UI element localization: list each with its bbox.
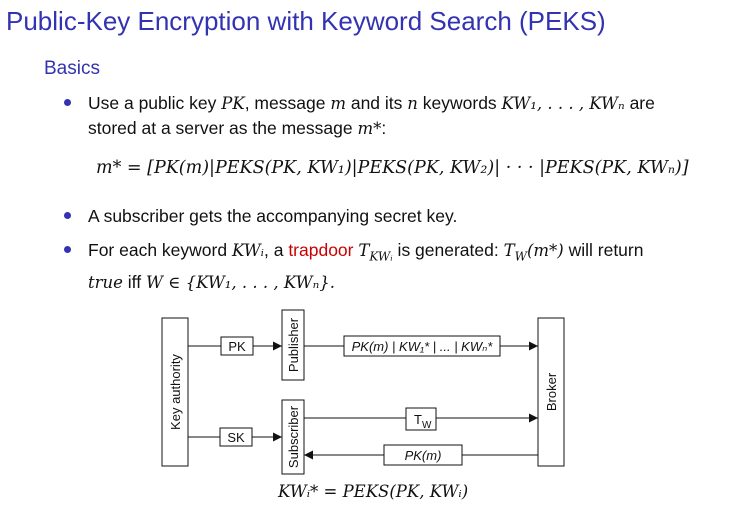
publisher-label: Publisher bbox=[286, 317, 301, 372]
pk-label: PK bbox=[228, 339, 246, 354]
result-label: PK(m) bbox=[405, 448, 442, 463]
peks-diagram: Key authority Publisher Subscriber Broke… bbox=[161, 309, 565, 475]
broker-label: Broker bbox=[544, 372, 559, 411]
tw-t: T bbox=[414, 412, 422, 427]
subscriber-label: Subscriber bbox=[286, 405, 301, 468]
tw-subscript: W bbox=[422, 420, 432, 431]
sk-label: SK bbox=[227, 430, 245, 445]
key-authority-label: Key authority bbox=[168, 354, 183, 430]
message-label: PK(m) | KW₁* | ... | KWₙ* bbox=[352, 339, 494, 354]
diagram-caption: KWᵢ* = PEKS(PK, KWᵢ) bbox=[278, 482, 469, 501]
